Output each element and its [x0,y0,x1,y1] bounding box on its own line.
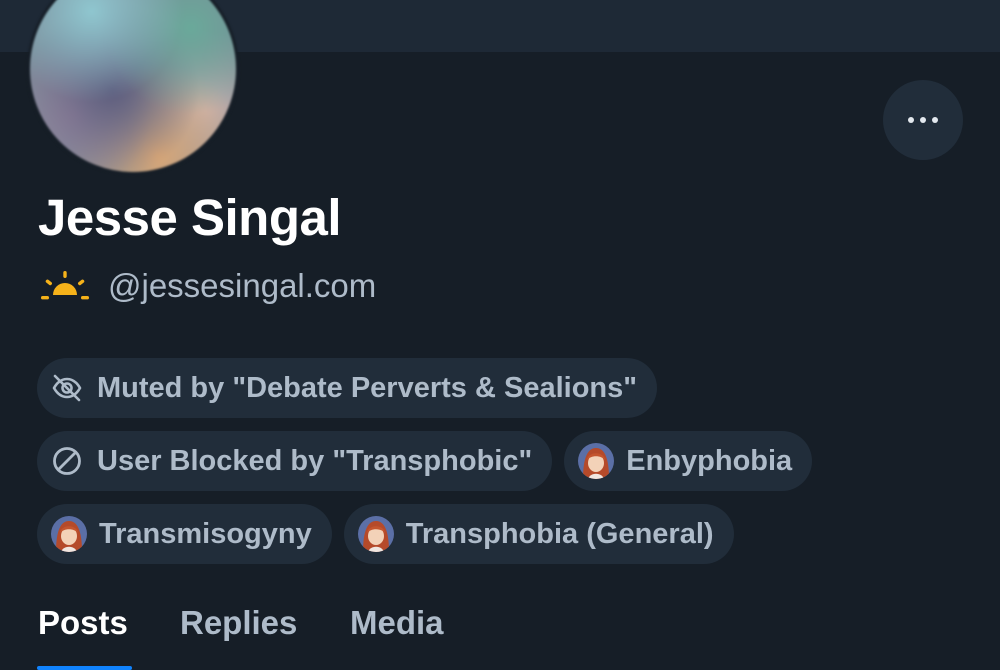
tab-media[interactable]: Media [350,604,444,642]
tab-replies[interactable]: Replies [180,604,297,642]
active-tab-indicator [37,666,132,670]
label-text: Transmisogyny [99,517,312,550]
labeler-avatar [578,443,615,479]
moderation-labels: Muted by "Debate Perverts & Sealions" Us… [37,358,977,577]
block-icon [51,445,83,477]
enbyphobia-label-pill[interactable]: Enbyphobia [564,431,813,491]
profile-tabs: Posts Replies Media [0,596,1000,670]
display-name: Jesse Singal [38,189,342,246]
profile-avatar[interactable] [27,0,239,175]
more-options-button[interactable] [883,80,963,160]
label-text: Muted by "Debate Perverts & Sealions" [97,371,637,404]
label-row: User Blocked by "Transphobic" Enbyphobia [37,431,977,491]
labeler-avatar [357,516,394,552]
label-text: Transphobia (General) [405,517,714,550]
profile-page: Jesse Singal @jessesingal.com Muted by "… [0,0,1000,670]
profile-handle[interactable]: @jessesingal.com [108,267,376,305]
label-row: Transmisogyny Transphobia (General) [37,504,977,564]
ellipsis-icon [908,117,914,123]
label-text: Enbyphobia [626,444,793,477]
sunrise-icon [41,271,89,300]
muted-label-pill[interactable]: Muted by "Debate Perverts & Sealions" [37,358,657,418]
ellipsis-icon [920,117,926,123]
label-row: Muted by "Debate Perverts & Sealions" [37,358,977,418]
tab-posts[interactable]: Posts [38,604,128,642]
ellipsis-icon [932,117,938,123]
eye-slash-icon [51,372,83,404]
transphobia-label-pill[interactable]: Transphobia (General) [343,504,734,564]
transmisogyny-label-pill[interactable]: Transmisogyny [37,504,332,564]
labeler-avatar [51,516,87,552]
handle-row: @jessesingal.com [40,264,376,308]
blocked-label-pill[interactable]: User Blocked by "Transphobic" [37,431,553,491]
label-text: User Blocked by "Transphobic" [97,444,533,477]
